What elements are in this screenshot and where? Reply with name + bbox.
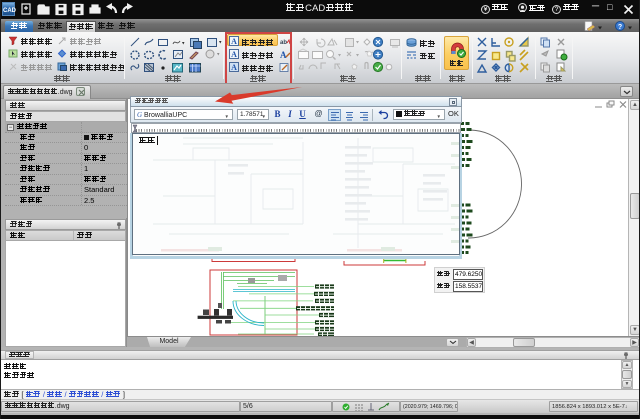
svg-text:?: ? — [618, 24, 622, 31]
